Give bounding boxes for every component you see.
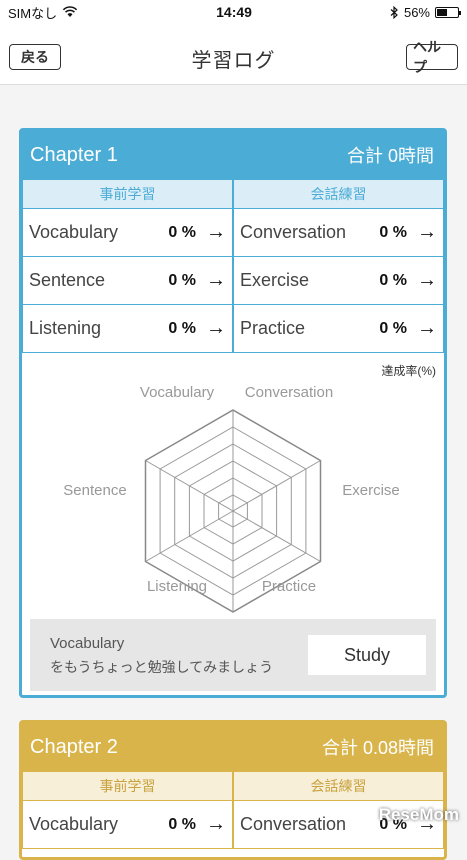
radar-label-sentence: Sentence — [63, 482, 126, 499]
wifi-icon — [62, 6, 78, 17]
row-vocabulary[interactable]: Vocabulary 0 % → — [22, 801, 233, 849]
column-header-conversation-practice: 会話練習 — [233, 179, 444, 209]
row-label: Vocabulary — [29, 814, 119, 834]
chapter-total-time: 合計 0.08時間 — [321, 738, 434, 758]
advice-target: Vocabulary — [50, 635, 125, 652]
help-button[interactable]: ヘルプ — [406, 39, 458, 75]
row-percent: 0 % — [379, 223, 407, 241]
row-percent: 0 % — [379, 271, 407, 289]
status-bar: SIMなし 14:49 56% — [0, 0, 467, 24]
watermark-logo: ReseMom — [378, 805, 459, 824]
battery-level — [437, 8, 448, 16]
advice-message: をもうちょっと勉強してみましょう — [50, 659, 274, 675]
radar-label-listening: Listening — [147, 578, 207, 595]
row-conversation[interactable]: Conversation 0 % → — [233, 209, 444, 257]
column-header-conversation-practice: 会話練習 — [233, 771, 444, 801]
row-label: Exercise — [240, 270, 310, 290]
row-label: Vocabulary — [29, 222, 119, 242]
arrow-right-icon[interactable]: → — [417, 317, 437, 340]
chapter-header: Chapter 1 合計 0時間 — [22, 131, 444, 179]
progress-table: 事前学習 会話練習 Vocabulary 0 % → Conversation … — [22, 179, 444, 353]
row-label: Conversation — [240, 222, 347, 242]
nav-bar: 戻る 学習ログ ヘルプ — [0, 24, 467, 85]
bluetooth-icon — [390, 5, 398, 19]
chapter-card-2: Chapter 2 合計 0.08時間 事前学習 会話練習 Vocabulary… — [19, 720, 447, 860]
row-listening[interactable]: Listening 0 % → — [22, 305, 233, 353]
carrier-label: SIMなし — [8, 5, 58, 21]
chapter-card-1: Chapter 1 合計 0時間 事前学習 会話練習 Vocabulary 0 … — [19, 128, 447, 698]
row-percent: 0 % — [168, 319, 196, 337]
row-practice[interactable]: Practice 0 % → — [233, 305, 444, 353]
row-percent: 0 % — [168, 223, 196, 241]
radar-label-vocabulary: Vocabulary — [140, 384, 215, 401]
arrow-right-icon[interactable]: → — [206, 269, 226, 292]
chapter-total-time: 合計 0時間 — [346, 146, 434, 166]
radar-chart: Vocabulary Conversation Exercise Practic… — [63, 384, 400, 613]
column-header-pre-study: 事前学習 — [22, 771, 233, 801]
radar-label-conversation: Conversation — [245, 384, 333, 401]
row-sentence[interactable]: Sentence 0 % → — [22, 257, 233, 305]
chapter-title: Chapter 1 — [30, 143, 118, 166]
study-advice-panel: Vocabulary をもうちょっと勉強してみましょう Study — [30, 619, 436, 691]
battery-percent: 56% — [403, 4, 430, 20]
arrow-right-icon[interactable]: → — [417, 221, 437, 244]
chapter-header: Chapter 2 合計 0.08時間 — [22, 723, 444, 771]
clock: 14:49 — [216, 4, 252, 20]
chapter-title: Chapter 2 — [30, 735, 118, 758]
arrow-right-icon[interactable]: → — [206, 221, 226, 244]
row-label: Conversation — [240, 814, 347, 834]
row-label: Practice — [240, 318, 306, 338]
row-label: Sentence — [29, 270, 106, 290]
page-title: 学習ログ — [191, 50, 276, 72]
row-exercise[interactable]: Exercise 0 % → — [233, 257, 444, 305]
arrow-right-icon[interactable]: → — [206, 317, 226, 340]
row-percent: 0 % — [379, 319, 407, 337]
radar-label-exercise: Exercise — [342, 482, 400, 499]
row-label: Listening — [29, 318, 102, 338]
arrow-right-icon[interactable]: → — [206, 813, 226, 836]
battery-icon — [435, 6, 461, 18]
arrow-right-icon[interactable]: → — [417, 269, 437, 292]
study-button[interactable]: Study — [308, 635, 426, 675]
row-percent: 0 % — [168, 271, 196, 289]
column-header-pre-study: 事前学習 — [22, 179, 233, 209]
row-vocabulary[interactable]: Vocabulary 0 % → — [22, 209, 233, 257]
radar-label-practice: Practice — [262, 578, 316, 595]
